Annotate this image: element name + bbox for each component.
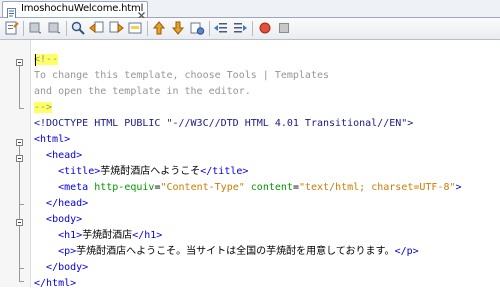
code-token: </title>	[200, 166, 249, 177]
fold-icon[interactable]	[16, 139, 23, 146]
html-file-icon	[7, 4, 17, 19]
toolbar-separator	[209, 21, 210, 36]
code-line[interactable]: <p>芋焼酎酒店へようこそ。当サイトは全国の芋焼酎を用意しております。</p>	[34, 244, 419, 260]
shift-left-icon[interactable]	[213, 20, 229, 36]
tab-file[interactable]: ImoshochuWelcome.html	[2, 1, 148, 19]
code-token: <body>	[46, 214, 83, 225]
editor-tab-strip: ImoshochuWelcome.html	[0, 0, 500, 19]
fold-guide-end	[19, 268, 24, 269]
toolbar-separator	[66, 21, 67, 36]
code-token: and open the template in the editor.	[34, 86, 251, 97]
toolbar-separator	[147, 21, 148, 36]
fold-icon[interactable]	[16, 219, 23, 226]
code-line[interactable]: </head>	[34, 196, 88, 212]
code-token: </h1>	[132, 230, 163, 241]
fold-guide	[19, 66, 20, 108]
code-token: <title>	[58, 166, 101, 177]
toggle-highlight-icon[interactable]	[127, 20, 143, 36]
fold-icon[interactable]	[16, 59, 23, 66]
fold-guide-end	[19, 108, 24, 109]
last-edit-icon[interactable]	[4, 20, 20, 36]
code-line[interactable]: <body>	[34, 212, 82, 228]
fold-icon[interactable]	[16, 155, 23, 162]
editor-toolbar	[0, 18, 500, 40]
code-token: </head>	[46, 198, 89, 209]
code-line[interactable]: -->	[34, 100, 53, 116]
code-token: 芋焼酎酒店へようこそ	[100, 166, 201, 177]
toggle-bookmark-icon[interactable]	[189, 20, 205, 36]
editor-gutter	[0, 40, 31, 287]
close-icon[interactable]	[137, 5, 146, 19]
code-line[interactable]: <html>	[34, 132, 70, 148]
code-token: <meta	[58, 182, 95, 193]
code-line[interactable]: To change this template, choose Tools | …	[34, 68, 329, 84]
start-macro-icon[interactable]	[257, 20, 273, 36]
code-line[interactable]: <!--	[34, 52, 59, 68]
code-token: To change this template, choose Tools | …	[34, 70, 330, 81]
code-editor[interactable]: <!-- To change this template, choose Tool…	[0, 40, 500, 289]
code-token: <h1>	[58, 230, 83, 241]
code-line[interactable]: <head>	[34, 148, 82, 164]
find-next-icon[interactable]	[108, 20, 124, 36]
previous-bookmark-icon[interactable]	[151, 20, 167, 36]
code-token: </html>	[34, 278, 77, 289]
code-token: 芋焼酎酒店へようこそ。当サイトは全国の芋焼酎を用意しております。	[76, 246, 395, 257]
shift-right-icon[interactable]	[232, 20, 248, 36]
find-icon[interactable]	[70, 20, 86, 36]
fold-guide-end	[19, 204, 24, 205]
code-token: </body>	[46, 262, 89, 273]
find-previous-icon[interactable]	[89, 20, 105, 36]
code-token: -->	[34, 102, 53, 113]
code-token: "Content-Type"	[160, 182, 245, 193]
code-token: >	[455, 182, 462, 193]
tab-title: ImoshochuWelcome.html	[21, 3, 144, 14]
code-line[interactable]: <h1>芋焼酎酒店</h1>	[34, 228, 162, 244]
code-token: <p>	[58, 246, 77, 257]
code-line[interactable]: <title>芋焼酎酒店へようこそ</title>	[34, 164, 248, 180]
next-bookmark-icon[interactable]	[170, 20, 186, 36]
code-line[interactable]: <!DOCTYPE HTML PUBLIC "-//W3C//DTD HTML …	[34, 116, 413, 132]
stop-macro-icon[interactable]	[276, 20, 292, 36]
code-token: <!--	[34, 54, 59, 65]
code-token: <head>	[46, 150, 83, 161]
text-caret	[35, 54, 36, 66]
toolbar-separator	[252, 21, 253, 36]
toolbar-separator	[23, 21, 24, 36]
code-token: </p>	[394, 246, 419, 257]
fold-guide-end	[19, 281, 24, 282]
code-line[interactable]: <meta http-equiv="Content-Type" content=…	[34, 180, 462, 196]
back-icon[interactable]	[27, 20, 43, 36]
code-token: http-equiv	[94, 182, 155, 193]
code-token: "text/html; charset=UTF-8"	[298, 182, 456, 193]
code-line[interactable]: </html>	[34, 276, 76, 292]
code-token: 芋焼酎酒店	[82, 230, 133, 241]
code-token: content	[244, 182, 293, 193]
code-token: <!DOCTYPE HTML PUBLIC "-//W3C//DTD HTML …	[34, 118, 414, 129]
code-token: <html>	[34, 134, 71, 145]
code-line[interactable]: and open the template in the editor.	[34, 84, 251, 100]
code-line[interactable]: </body>	[34, 260, 88, 276]
forward-icon[interactable]	[46, 20, 62, 36]
fold-guide	[19, 146, 20, 281]
